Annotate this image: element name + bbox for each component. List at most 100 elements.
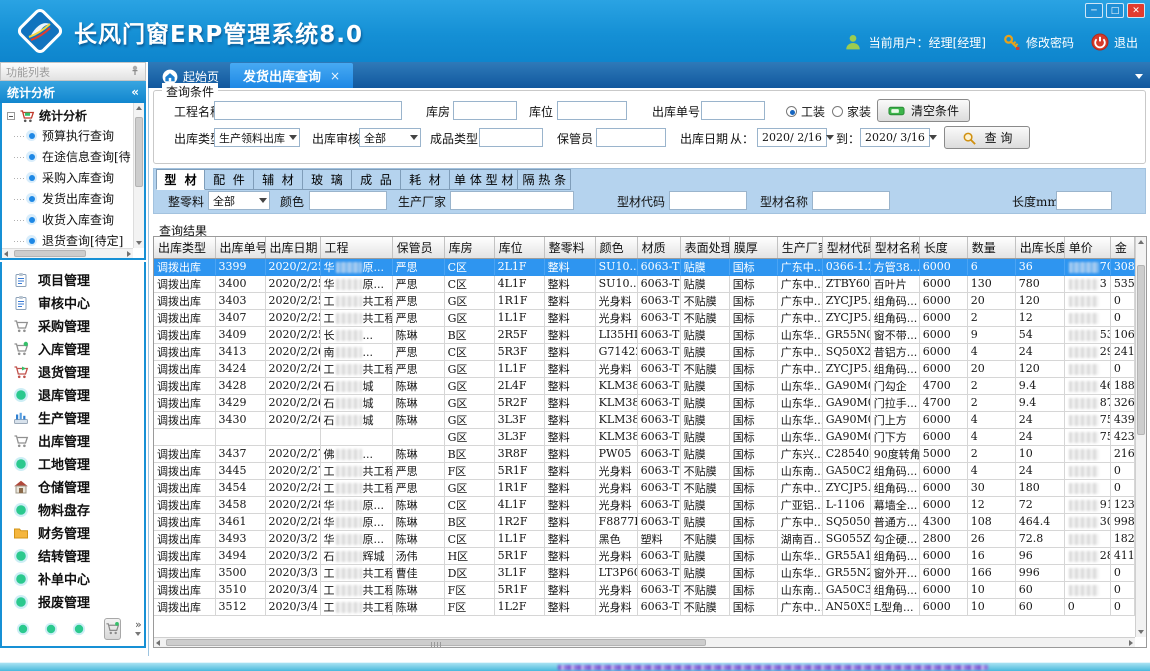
audit-combobox[interactable]: 全部	[359, 128, 421, 147]
radio-work[interactable]: 工装	[786, 103, 825, 120]
material-tab-2[interactable]: 辅 材	[254, 169, 303, 190]
column-header-19[interactable]: 金	[1110, 237, 1134, 258]
tab-close-icon[interactable]: ×	[330, 69, 340, 83]
table-row[interactable]: 调拨出库35102020/3/4工共工程陈琳F区5R1F整料光身料6063-T5…	[154, 581, 1135, 598]
table-row[interactable]: 调拨出库34612020/2/28华原...陈琳B区1R2F整料F8877FT6…	[154, 513, 1135, 530]
column-header-9[interactable]: 材质	[637, 237, 680, 258]
tab-list-dropdown-icon[interactable]	[1135, 74, 1143, 79]
out-type-combobox[interactable]: 生产领料出库	[214, 128, 300, 147]
tree-item-2[interactable]: 采购入库查询	[2, 167, 144, 188]
table-row[interactable]: 调拨出库34242020/2/26工共工程严思G区1L1F整料光身料6063-T…	[154, 360, 1135, 377]
date-from-picker[interactable]: 2020/ 2/16	[757, 128, 827, 147]
column-header-12[interactable]: 生产厂家	[777, 237, 822, 258]
sidebar-item-7[interactable]: 出库管理	[2, 429, 144, 452]
close-button[interactable]: ✕	[1127, 3, 1145, 18]
table-row[interactable]: 调拨出库34292020/2/26石城陈琳G区5R2F整料KLM38176063…	[154, 394, 1135, 411]
search-button[interactable]: 查 询	[944, 126, 1030, 149]
logout-button[interactable]: 退出	[1091, 33, 1138, 51]
column-header-6[interactable]: 库位	[494, 237, 544, 258]
sidebar-item-8[interactable]: 工地管理	[2, 452, 144, 475]
column-header-13[interactable]: 型材代码	[822, 237, 870, 258]
tree-vertical-scrollbar[interactable]	[133, 103, 144, 248]
scroll-left-icon[interactable]	[156, 640, 160, 646]
table-row[interactable]: G区3L3F整料KLM38176063-T5贴膜国标山东华...GA90M09.…	[154, 428, 1135, 445]
table-row[interactable]: 调拨出库35002020/3/3工共工程曹佳D区3L1F整料LT3P606063…	[154, 564, 1135, 581]
material-tab-7[interactable]: 隔 热 条	[518, 169, 571, 190]
collapse-icon[interactable]: «	[131, 85, 139, 99]
column-header-14[interactable]: 型材名称	[870, 237, 919, 258]
material-tab-5[interactable]: 耗 材	[401, 169, 450, 190]
table-row[interactable]: 调拨出库34282020/2/26石城陈琳G区2L4F整料KLM38176063…	[154, 377, 1135, 394]
table-row[interactable]: 调拨出库34032020/2/25工共工程严思G区1R1F整料光身料6063-T…	[154, 292, 1135, 309]
sidebar-item-14[interactable]: 报废管理	[2, 590, 144, 613]
material-tab-4[interactable]: 成 品	[352, 169, 401, 190]
column-header-15[interactable]: 长度	[919, 237, 967, 258]
color-input[interactable]	[309, 191, 387, 210]
scroll-right-icon[interactable]	[1129, 640, 1133, 646]
column-header-1[interactable]: 出库单号	[215, 237, 265, 258]
column-header-10[interactable]: 表面处理	[680, 237, 729, 258]
footer-cart-button[interactable]	[104, 618, 121, 640]
column-header-0[interactable]: 出库类型	[154, 237, 215, 258]
table-row[interactable]: 调拨出库34072020/2/25工共工程严思G区1L1F整料光身料6063-T…	[154, 309, 1135, 326]
sidebar-item-10[interactable]: 物料盘存	[2, 498, 144, 521]
column-header-11[interactable]: 膜厚	[729, 237, 777, 258]
scroll-left-icon[interactable]	[4, 251, 8, 257]
clear-conditions-button[interactable]: 清空条件	[877, 99, 970, 122]
table-horizontal-scrollbar[interactable]	[154, 637, 1135, 647]
section-header[interactable]: 统计分析 «	[0, 81, 146, 103]
column-header-7[interactable]: 整零料	[544, 237, 595, 258]
tree-item-1[interactable]: 在途信息查询[待	[2, 146, 144, 167]
keeper-input[interactable]	[596, 128, 666, 147]
column-header-18[interactable]: 单价	[1064, 237, 1110, 258]
location-input[interactable]	[557, 101, 627, 120]
maximize-button[interactable]: □	[1106, 3, 1124, 18]
scroll-up-icon[interactable]	[136, 106, 142, 110]
table-vscroll-thumb[interactable]	[1137, 265, 1145, 435]
material-tab-6[interactable]: 单 体 型 材	[450, 169, 518, 190]
table-row[interactable]: 调拨出库34942020/3/2石辉城汤伟H区5R1F整料光身料6063-T5贴…	[154, 547, 1135, 564]
scroll-right-icon[interactable]	[127, 251, 131, 257]
tree-root[interactable]: 统计分析	[2, 103, 144, 125]
table-row[interactable]: 调拨出库34372020/2/27佛...陈琳B区3R8F整料PW056063-…	[154, 445, 1135, 462]
sidebar-item-12[interactable]: 结转管理	[2, 544, 144, 567]
tab-active[interactable]: 发货出库查询 ×	[230, 63, 353, 88]
change-password-button[interactable]: 修改密码	[1003, 33, 1074, 51]
minimize-button[interactable]: ─	[1085, 3, 1103, 18]
profile-name-input[interactable]	[812, 191, 890, 210]
profile-code-input[interactable]	[669, 191, 747, 210]
table-row[interactable]: 调拨出库34932020/3/2华原...陈琳C区1L1F整料黑色塑料不贴膜国标…	[154, 530, 1135, 547]
product-type-input[interactable]	[479, 128, 543, 147]
date-to-picker[interactable]: 2020/ 3/16	[860, 128, 930, 147]
material-tab-3[interactable]: 玻 璃	[303, 169, 352, 190]
order-no-input[interactable]	[701, 101, 765, 120]
table-vertical-scrollbar[interactable]	[1135, 237, 1146, 637]
manufacturer-input[interactable]	[450, 191, 574, 210]
sidebar-item-6[interactable]: 生产管理	[2, 406, 144, 429]
pin-icon[interactable]	[130, 65, 140, 79]
scroll-down-icon[interactable]	[1138, 630, 1144, 634]
sidebar-item-2[interactable]: 采购管理	[2, 314, 144, 337]
whole-part-combobox[interactable]: 全部	[208, 191, 270, 210]
material-tab-1[interactable]: 配 件	[205, 169, 254, 190]
table-row[interactable]: 调拨出库33992020/2/25华原...严思C区2L1F整料SU10...6…	[154, 258, 1135, 275]
table-row[interactable]: 调拨出库34132020/2/26南...严思C区5R3F整料G71422606…	[154, 343, 1135, 360]
sidebar-item-13[interactable]: 补单中心	[2, 567, 144, 590]
scroll-down-icon[interactable]	[136, 241, 142, 245]
radio-home[interactable]: 家装	[832, 103, 871, 120]
scroll-up-icon[interactable]	[1138, 240, 1144, 244]
radio-work-icon[interactable]	[786, 106, 797, 117]
sidebar-item-5[interactable]: 退库管理	[2, 383, 144, 406]
column-header-3[interactable]: 工程	[320, 237, 392, 258]
sidebar-item-9[interactable]: 仓储管理	[2, 475, 144, 498]
tree-item-3[interactable]: 发货出库查询	[2, 188, 144, 209]
table-row[interactable]: 调拨出库34302020/2/26石城陈琳G区3L3F整料KLM38176063…	[154, 411, 1135, 428]
table-row[interactable]: 调拨出库34542020/2/28工共工程严思G区1R1F整料光身料6063-T…	[154, 479, 1135, 496]
tree-item-0[interactable]: 预算执行查询	[2, 125, 144, 146]
column-header-17[interactable]: 出库长度	[1015, 237, 1064, 258]
footer-dot-icon[interactable]	[44, 622, 58, 636]
column-header-5[interactable]: 库房	[444, 237, 494, 258]
sidebar-item-4[interactable]: 退货管理	[2, 360, 144, 383]
table-row[interactable]: 调拨出库34452020/2/27工共工程严思F区5R1F整料光身料6063-T…	[154, 462, 1135, 479]
warehouse-input[interactable]	[453, 101, 517, 120]
